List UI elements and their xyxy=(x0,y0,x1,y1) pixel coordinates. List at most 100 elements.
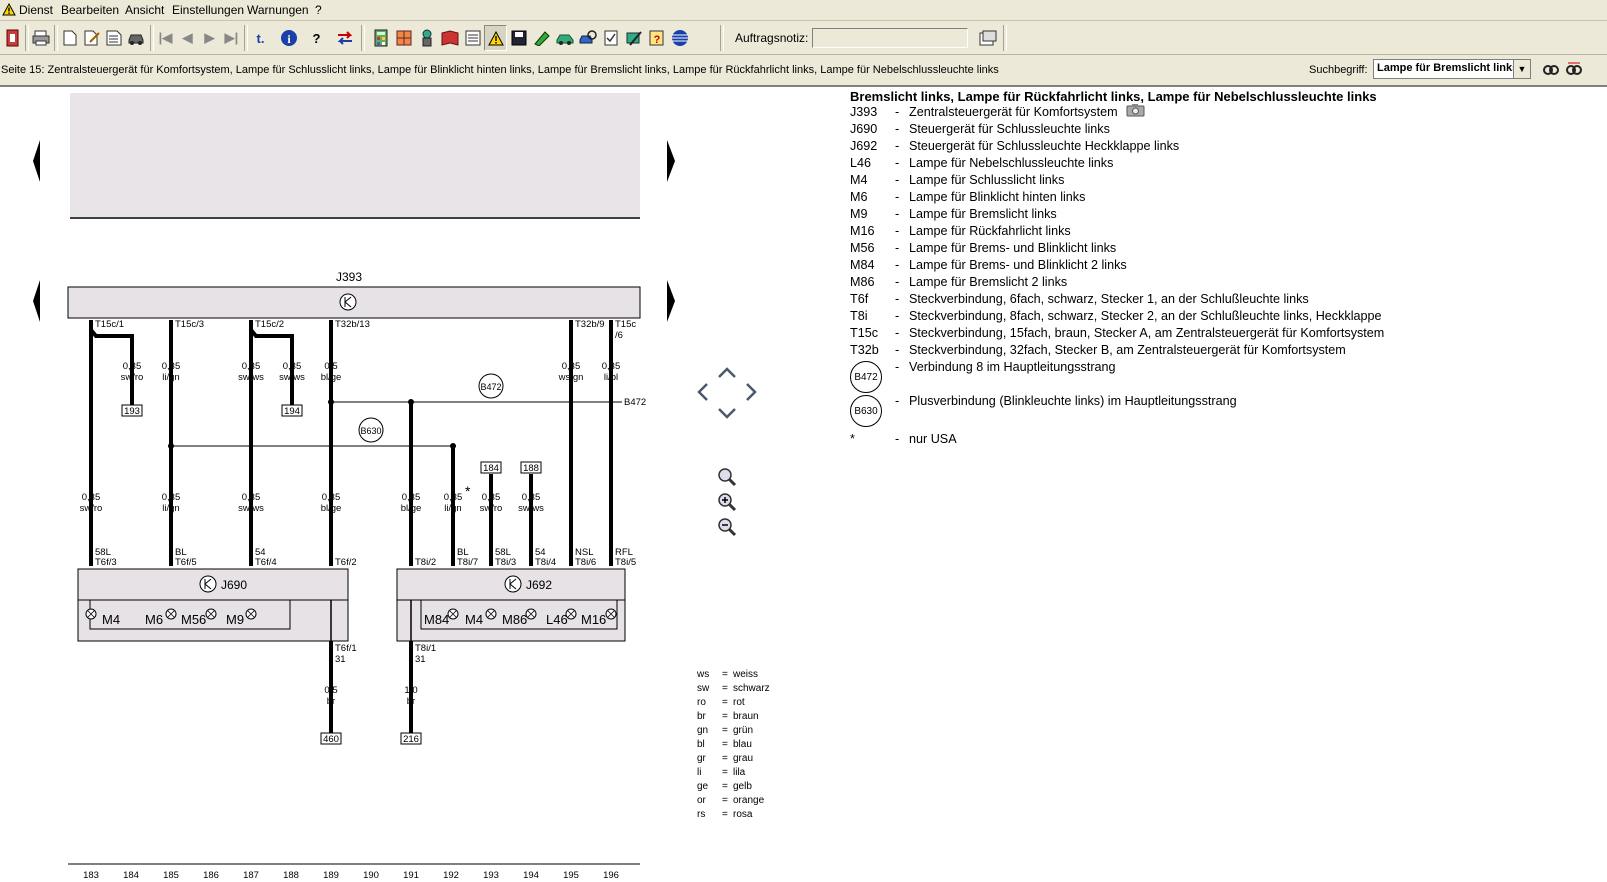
wire-label: sw/ro xyxy=(121,372,144,383)
info-icon[interactable]: i xyxy=(277,25,300,51)
components-icon[interactable] xyxy=(392,25,415,51)
color-code: ws xyxy=(696,669,709,680)
menu-dienst[interactable]: Dienst xyxy=(19,3,53,17)
notes-icon[interactable] xyxy=(461,25,484,51)
color-name: weiss xyxy=(732,669,758,680)
pan-left-icon[interactable] xyxy=(695,382,709,402)
ref-number: 184 xyxy=(483,463,499,474)
search-combobox[interactable]: Lampe für Bremslicht links ▼ xyxy=(1373,59,1531,79)
zoom-icon[interactable] xyxy=(716,466,738,488)
equals-sign: = xyxy=(722,795,728,806)
splice-b630-label: B630 xyxy=(360,426,381,436)
legend-dash: - xyxy=(895,105,900,119)
chevron-down-icon[interactable]: ▼ xyxy=(1513,60,1530,78)
t-link-icon[interactable]: t. xyxy=(249,25,272,51)
wire-label: sw/ro xyxy=(480,503,503,514)
pin-label: T6f/2 xyxy=(335,557,357,568)
page-up-prev-arrow[interactable] xyxy=(33,140,40,182)
toolbar-separator xyxy=(720,25,724,51)
legend-code: M56 xyxy=(850,241,875,255)
page-up-next-arrow[interactable] xyxy=(667,140,675,182)
calculator-icon[interactable] xyxy=(369,25,392,51)
vehicle-icon[interactable] xyxy=(553,25,576,51)
warnings-toggle-icon[interactable] xyxy=(484,25,507,51)
pan-up-icon[interactable] xyxy=(717,365,737,379)
checklist-icon[interactable] xyxy=(599,25,622,51)
diagnostics-icon[interactable] xyxy=(530,25,553,51)
help-icon[interactable]: ? xyxy=(305,25,328,51)
pin-label: T6f/3 xyxy=(95,557,117,568)
pan-down-icon[interactable] xyxy=(717,407,737,421)
edit-document-icon[interactable] xyxy=(80,25,103,51)
exit-icon[interactable] xyxy=(1,25,24,51)
globe-icon[interactable] xyxy=(668,25,691,51)
new-document-icon[interactable] xyxy=(58,25,81,51)
menu-einstellungen[interactable]: Einstellungen xyxy=(172,3,244,17)
b472-line-label: B472 xyxy=(624,397,646,408)
wire-label: li/gn xyxy=(162,503,179,514)
print-icon[interactable] xyxy=(29,25,52,51)
splice-symbol: B472 xyxy=(850,361,882,393)
wire-label: sw/ws xyxy=(238,503,264,514)
toolbar: |◀ ◀ ▶ ▶| t. i ? ? Auftragsnotiz: xyxy=(0,21,1607,55)
notes-edit-icon[interactable] xyxy=(976,25,999,51)
search-back-icon[interactable] xyxy=(1562,58,1585,80)
next-page-icon[interactable]: ▶ xyxy=(198,25,221,51)
save-icon[interactable] xyxy=(507,25,530,51)
unit-j692-label: J692 xyxy=(526,578,552,592)
splice-symbol: B630 xyxy=(850,395,882,427)
legend-code: T8i xyxy=(850,309,868,323)
pan-right-icon[interactable] xyxy=(745,382,759,402)
wire-label: sw/ro xyxy=(80,503,103,514)
pin-label: 31 xyxy=(415,654,426,665)
wire-label: sw/ws xyxy=(279,372,305,383)
page-prev-arrow[interactable] xyxy=(33,280,40,322)
search-vehicle-icon[interactable] xyxy=(576,25,599,51)
page-next-arrow[interactable] xyxy=(667,280,675,322)
engine-icon[interactable] xyxy=(415,25,438,51)
legend-description: Lampe für Brems- und Blinklicht links xyxy=(909,241,1117,255)
legend-description: Steckverbindung, 15fach, braun, Stecker … xyxy=(909,326,1385,340)
track-number: 195 xyxy=(563,870,579,881)
equals-sign: = xyxy=(722,809,728,820)
previous-page-icon[interactable]: ◀ xyxy=(176,25,199,51)
lamp-label: M56 xyxy=(181,612,206,627)
wire-label: sw/ws xyxy=(518,503,544,514)
menu-ansicht[interactable]: Ansicht xyxy=(125,3,164,17)
camera-icon[interactable] xyxy=(1126,103,1145,120)
document-list-icon[interactable] xyxy=(102,25,125,51)
pin-label: T6f/4 xyxy=(255,557,277,568)
book-icon[interactable] xyxy=(438,25,461,51)
pin-label: 31 xyxy=(335,654,346,665)
legend-dash: - xyxy=(895,122,900,136)
auftragsnotiz-field[interactable] xyxy=(812,28,968,48)
menu-warnungen[interactable]: Warnungen xyxy=(247,3,309,17)
color-name: rot xyxy=(733,697,745,708)
warning-icon[interactable] xyxy=(2,3,16,16)
last-page-icon[interactable]: ▶| xyxy=(220,25,243,51)
first-page-icon[interactable]: |◀ xyxy=(154,25,177,51)
legend-code: M16 xyxy=(850,224,875,238)
svg-text:?: ? xyxy=(653,34,660,46)
legend-code: M86 xyxy=(850,275,875,289)
lamp-label: M16 xyxy=(581,612,606,627)
notepad-help-icon[interactable]: ? xyxy=(645,25,668,51)
pin-label: T6f/5 xyxy=(175,557,197,568)
menu-bar: Dienst Bearbeiten Ansicht Einstellungen … xyxy=(0,0,1607,21)
zoom-out-icon[interactable] xyxy=(716,516,738,538)
car-icon[interactable] xyxy=(124,25,147,51)
legend-dash: - xyxy=(895,343,900,357)
legend-code: T6f xyxy=(850,292,869,306)
search-forward-icon[interactable] xyxy=(1539,58,1562,80)
legend-code: T15c xyxy=(850,326,878,340)
wire-label: bl/ge xyxy=(401,503,422,514)
asterisk-mark: * xyxy=(465,483,471,499)
zoom-in-icon[interactable] xyxy=(716,491,738,513)
tools-icon[interactable] xyxy=(622,25,645,51)
blank-button[interactable] xyxy=(691,25,714,51)
menu-help[interactable]: ? xyxy=(315,3,322,17)
lamp-label: M86 xyxy=(502,612,527,627)
swap-icon[interactable] xyxy=(333,25,356,51)
legend-description: Lampe für Blinklicht hinten links xyxy=(909,190,1086,204)
menu-bearbeiten[interactable]: Bearbeiten xyxy=(61,3,119,17)
